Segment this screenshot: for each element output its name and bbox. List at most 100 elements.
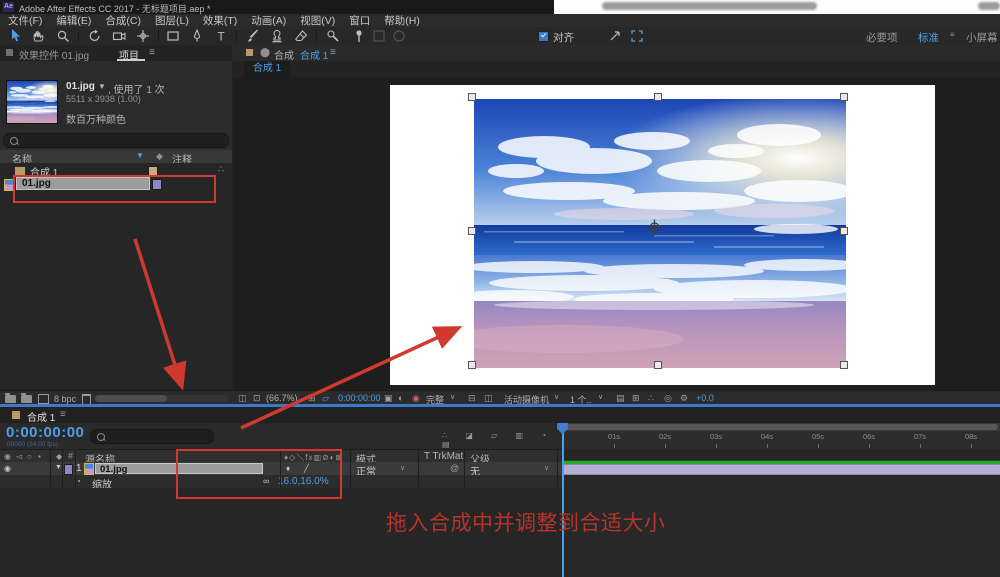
snap-checkbox[interactable] [538,31,549,42]
show-snapshot-icon[interactable]: ◐ [398,393,403,403]
mask-visibility-icon[interactable]: ▱ [322,393,329,404]
type-tool-icon[interactable]: T [214,29,228,44]
audio-switch-icon[interactable]: ◅ [16,452,22,461]
anchor-point-icon[interactable] [646,219,663,236]
pen-tool-icon[interactable] [190,29,204,43]
view-layout-dropdown-icon[interactable]: ∨ [598,393,603,401]
project-settings-icon[interactable] [38,394,49,404]
timeline-button-icon[interactable]: ∴ [648,393,654,404]
exposure-gear-icon[interactable]: ⚙ [680,393,688,404]
handle-middle-left[interactable] [468,227,476,235]
menu-view[interactable]: 视图(V) [300,13,335,28]
project-search-input[interactable] [3,133,229,148]
sort-icon[interactable]: ▼ [136,151,144,160]
camera-dropdown-icon[interactable]: ∨ [554,393,559,401]
new-folder-icon[interactable] [5,393,16,403]
pan-behind-tool-icon[interactable] [136,29,150,43]
handle-bottom-left[interactable] [468,361,476,369]
quality-switch-icon[interactable]: ♦ [286,464,290,473]
monitor-icon[interactable]: ⊡ [253,393,261,404]
layer-label-chip[interactable] [64,464,73,475]
fast-previews-icon[interactable]: ⊞ [632,393,640,404]
menu-file[interactable]: 文件(F) [8,13,42,28]
expand-arrow-icon[interactable]: ▼ [55,464,62,471]
playhead-line[interactable] [562,423,564,577]
handle-top-left[interactable] [468,93,476,101]
layer-row[interactable]: ◉ ▼ 1 01.jpg ♦ ╱ 正常 ∨ @ 无 ∨ [0,462,563,478]
solo-switch-icon[interactable]: ○ [27,452,32,461]
comp-panel-menu-icon[interactable]: ≡ [330,47,336,58]
handle-middle-right[interactable] [840,227,848,235]
project-row-comp[interactable]: 合成 1 ∴ [0,164,232,179]
new-composition-icon[interactable] [21,393,32,403]
fx-switch-icon[interactable]: ╱ [304,464,309,473]
handle-top-center[interactable] [654,93,662,101]
time-ruler[interactable]: 01s 02s 03s 04s 05s 06s 07s 08s [563,423,1000,449]
menu-window[interactable]: 窗口 [349,13,370,28]
scrollbar-thumb[interactable] [95,395,167,402]
comp-tab[interactable]: 合成 1 [244,61,290,77]
snap-to-feature-icon[interactable] [630,29,644,43]
snapshot-icon[interactable]: ▣ [384,393,393,404]
workspace-menu-icon[interactable]: ≡ [950,30,955,39]
project-row-footage[interactable]: 01.jpg [0,177,232,191]
show-channels-icon[interactable]: ◉ [412,393,420,404]
timeline-toggle-icons[interactable]: ∴ ◪ ▱ ▥ ◔ ▤ [442,431,563,449]
camera-tool-icon[interactable] [112,29,126,43]
timeline-search-input[interactable] [90,429,214,444]
workspace-tab-standard[interactable]: 标准 [918,30,939,45]
scale-property-row[interactable]: ◔ 缩放 ∞ 16.0,16.0% [0,475,563,491]
workspace-tab-small-screen[interactable]: 小屏幕 [966,30,998,45]
shape-tool-icon[interactable] [166,29,180,43]
handle-bottom-right[interactable] [840,361,848,369]
time-navigator-thumb[interactable] [565,424,998,430]
brush-tool-icon[interactable] [246,29,260,43]
menu-effect[interactable]: 效果(T) [203,13,237,28]
tab-effect-controls[interactable]: 效果控件 01.jpg [19,47,89,62]
preview-timecode[interactable]: 0:00:00:00 [338,393,381,403]
scale-value[interactable]: 16.0,16.0% [278,476,329,487]
layer-duration-bar[interactable] [563,464,1000,475]
roto-brush-tool-icon[interactable] [326,29,340,43]
label-chip[interactable] [152,179,162,190]
puppet-pin-tool-icon[interactable] [352,29,366,43]
trkmat-column[interactable]: T TrkMat [424,451,463,462]
menu-help[interactable]: 帮助(H) [384,13,420,28]
rotation-tool-icon[interactable] [88,29,102,43]
clone-stamp-tool-icon[interactable] [270,29,284,43]
resolution-dropdown-icon[interactable]: ∨ [450,393,455,401]
parent-pickwhip-icon[interactable]: @ [450,463,459,473]
pixel-aspect-icon[interactable]: ▤ [616,393,625,404]
layer-name[interactable]: 01.jpg [95,463,263,475]
scrollbar-track[interactable] [95,395,228,402]
selection-tool-icon[interactable] [8,29,22,43]
handle-bottom-center[interactable] [654,361,662,369]
workspace-tab-essentials[interactable]: 必要项 [866,30,898,45]
eraser-tool-icon[interactable] [294,29,308,43]
label-column-icon[interactable]: ◆ [156,151,163,162]
region-of-interest-icon[interactable]: ⊟ [468,393,476,404]
menu-layer[interactable]: 图层(L) [155,13,189,28]
lock-switch-icon[interactable]: ▪ [38,452,41,461]
comp-header-name[interactable]: 合成 1 [300,47,328,62]
current-timecode[interactable]: 0:00:00:00 [6,424,84,441]
flowchart-button-icon[interactable]: ◎ [664,393,672,404]
handle-top-right[interactable] [840,93,848,101]
grid-guides-icon[interactable]: ⊞ [308,393,316,404]
project-panel-menu-icon[interactable]: ≡ [149,47,155,58]
stopwatch-icon[interactable]: ◔ [76,477,81,486]
lock-icon[interactable]: ⬤ [260,47,270,58]
label-chip[interactable] [148,166,158,177]
timeline-panel-menu-icon[interactable]: ≡ [60,409,66,420]
bit-depth-label[interactable]: 8 bpc [54,394,76,404]
number-column-icon[interactable]: # [68,451,73,461]
parent-dropdown-icon[interactable]: ∨ [544,464,549,472]
caret-icon[interactable]: ▼ [98,82,106,91]
timeline-tab[interactable]: 合成 1 [27,409,55,424]
comp-flowchart-icon[interactable]: ∴ [218,164,224,175]
video-switch-icon[interactable]: ◉ [4,452,11,461]
transparency-grid-icon[interactable]: ◫ [484,393,493,404]
menu-edit[interactable]: 编辑(E) [56,13,91,28]
viewer-lock-icon[interactable]: ◫ [238,393,247,404]
zoom-tool-icon[interactable] [56,29,70,43]
